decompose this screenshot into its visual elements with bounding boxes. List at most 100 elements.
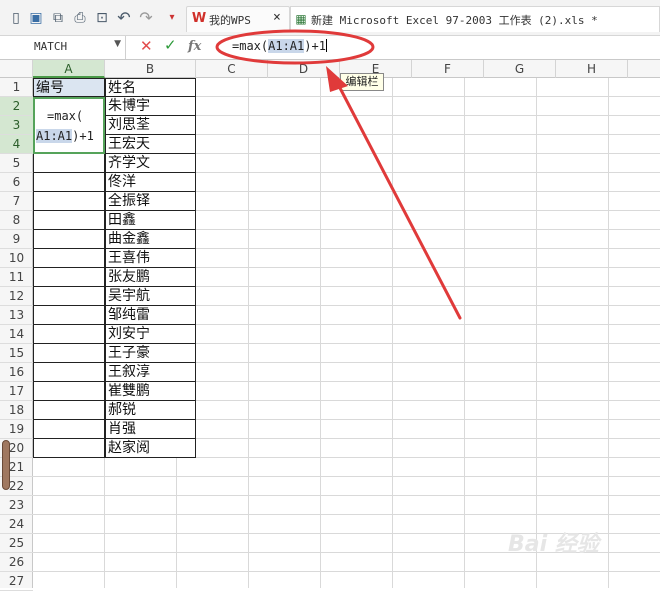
row-header-10[interactable]: 10 (0, 249, 33, 268)
cell-b10[interactable]: 王喜伟 (105, 249, 196, 268)
cell-a12[interactable] (33, 287, 105, 306)
select-all-corner[interactable] (0, 60, 33, 78)
row-header-9[interactable]: 9 (0, 230, 33, 249)
column-header-c[interactable]: C (196, 60, 268, 78)
close-icon[interactable]: × (273, 10, 281, 25)
cell-b2[interactable]: 朱博宇 (105, 97, 196, 116)
formula-bar-tooltip: 编辑栏 (340, 73, 384, 91)
redo-icon[interactable]: ↷ (138, 10, 154, 26)
cell-b13[interactable]: 邹纯雷 (105, 306, 196, 325)
edit-suffix: )+1 (72, 129, 94, 143)
row-header-2[interactable]: 2 (0, 97, 33, 116)
formula-input[interactable]: =max(A1:A1)+1 (232, 39, 327, 53)
undo-icon[interactable]: ↶ (116, 10, 132, 26)
enter-button[interactable]: ✓ (164, 36, 177, 54)
row-header-27[interactable]: 27 (0, 572, 33, 591)
cell-a6[interactable] (33, 173, 105, 192)
tab-label: 我的WPS (209, 14, 251, 27)
column-header-g[interactable]: G (484, 60, 556, 78)
name-box[interactable]: MATCH ▼ (0, 36, 126, 59)
row-header-11[interactable]: 11 (0, 268, 33, 287)
row-header-17[interactable]: 17 (0, 382, 33, 401)
formula-suffix: )+1 (304, 39, 326, 53)
row-header-23[interactable]: 23 (0, 496, 33, 515)
cell-a9[interactable] (33, 230, 105, 249)
column-header-h[interactable]: H (556, 60, 628, 78)
cell-b11[interactable]: 张友鹏 (105, 268, 196, 287)
edit-text-line1: =max( (47, 109, 84, 123)
cell-a14[interactable] (33, 325, 105, 344)
cell-a8[interactable] (33, 211, 105, 230)
cell-a16[interactable] (33, 363, 105, 382)
edit-text-line2: A1:A1)+1 (36, 129, 94, 143)
dropdown-icon[interactable]: ▾ (164, 10, 180, 26)
cell-b8[interactable]: 田鑫 (105, 211, 196, 230)
cell-b4[interactable]: 王宏天 (105, 135, 196, 154)
print-icon[interactable]: ⊡ (94, 10, 110, 26)
cell-b14[interactable]: 刘安宁 (105, 325, 196, 344)
cell-a17[interactable] (33, 382, 105, 401)
cancel-button[interactable]: ✕ (140, 37, 153, 55)
cell-b9[interactable]: 曲金鑫 (105, 230, 196, 249)
excel-file-icon: ▦ (295, 12, 307, 26)
save-icon[interactable]: ▣ (28, 10, 44, 26)
cell-area[interactable]: 编号 =max( A1:A1)+1 姓名 朱博宇 刘思荃 王宏天 齐学文 佟洋 全振铎 田鑫曲… (33, 78, 660, 588)
row-header-13[interactable]: 13 (0, 306, 33, 325)
new-doc-icon[interactable]: ▯ (8, 10, 24, 26)
export-icon[interactable]: ⎙ (72, 10, 88, 26)
tab-my-wps[interactable]: W 我的WPS × (186, 6, 290, 32)
row-header-25[interactable]: 25 (0, 534, 33, 553)
cell-b6[interactable]: 佟洋 (105, 173, 196, 192)
row-header-4[interactable]: 4 (0, 135, 33, 154)
row-header-15[interactable]: 15 (0, 344, 33, 363)
row-header-16[interactable]: 16 (0, 363, 33, 382)
scroll-thumb[interactable] (2, 440, 10, 490)
column-header-b[interactable]: B (105, 60, 196, 78)
chevron-down-icon[interactable]: ▼ (114, 39, 121, 49)
column-header-a[interactable]: A (33, 60, 105, 78)
insert-function-button[interactable]: fx (188, 39, 201, 54)
cell-b20[interactable]: 赵家阅 (105, 439, 196, 458)
row-header-19[interactable]: 19 (0, 420, 33, 439)
row-header-8[interactable]: 8 (0, 211, 33, 230)
row-header-12[interactable]: 12 (0, 287, 33, 306)
row-header-5[interactable]: 5 (0, 154, 33, 173)
cell-b7[interactable]: 全振铎 (105, 192, 196, 211)
row-header-6[interactable]: 6 (0, 173, 33, 192)
row-header-26[interactable]: 26 (0, 553, 33, 572)
row-header-18[interactable]: 18 (0, 401, 33, 420)
cell-b12[interactable]: 吴宇航 (105, 287, 196, 306)
print-preview-icon[interactable]: ⧉ (50, 10, 66, 26)
cell-a5[interactable] (33, 154, 105, 173)
cell-b18[interactable]: 郝锐 (105, 401, 196, 420)
quick-access-toolbar: ▯ ▣ ⧉ ⎙ ⊡ ↶ ↷ ▾ W 我的WPS × ▦ 新建 Microsoft… (0, 0, 660, 36)
tab-workbook[interactable]: ▦ 新建 Microsoft Excel 97-2003 工作表 (2).xls… (290, 6, 660, 32)
cell-b17[interactable]: 崔雙鹏 (105, 382, 196, 401)
row-header-7[interactable]: 7 (0, 192, 33, 211)
cell-a1[interactable]: 编号 (33, 78, 105, 97)
row-header-24[interactable]: 24 (0, 515, 33, 534)
row-header-3[interactable]: 3 (0, 116, 33, 135)
cell-a11[interactable] (33, 268, 105, 287)
row-header-1[interactable]: 1 (0, 78, 33, 97)
cell-a18[interactable] (33, 401, 105, 420)
cell-b1[interactable]: 姓名 (105, 78, 196, 97)
cell-b16[interactable]: 王叙淳 (105, 363, 196, 382)
cell-b15[interactable]: 王子豪 (105, 344, 196, 363)
cell-b3[interactable]: 刘思荃 (105, 116, 196, 135)
cell-a13[interactable] (33, 306, 105, 325)
cell-b5[interactable]: 齐学文 (105, 154, 196, 173)
cell-a7[interactable] (33, 192, 105, 211)
cell-a2-editing[interactable]: =max( A1:A1)+1 (33, 97, 105, 154)
column-header-d[interactable]: D (268, 60, 340, 78)
row-headers: 1 2 3 4 5 6 7 8 9 10 11 12 13 14 15 16 17 18 19 20 21 22 23 24 2… (0, 78, 33, 591)
cell-b19[interactable]: 肖强 (105, 420, 196, 439)
cell-a10[interactable] (33, 249, 105, 268)
column-header-i[interactable] (628, 60, 660, 78)
cell-a15[interactable] (33, 344, 105, 363)
row-header-14[interactable]: 14 (0, 325, 33, 344)
cell-a20[interactable] (33, 439, 105, 458)
cell-a19[interactable] (33, 420, 105, 439)
column-header-f[interactable]: F (412, 60, 484, 78)
name-box-value: MATCH (34, 40, 68, 53)
